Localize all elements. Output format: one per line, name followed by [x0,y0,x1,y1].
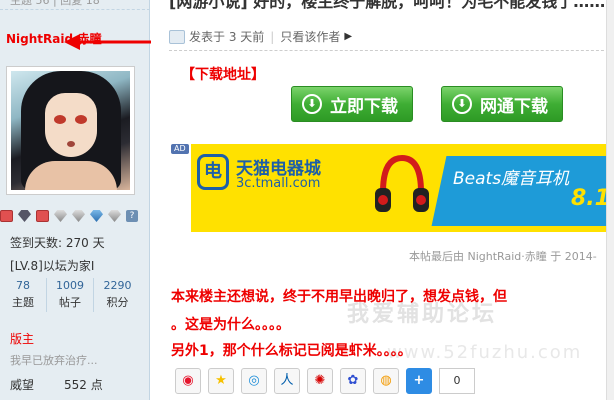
author-sidebar: 主题 56 | 回复 18 NightRaid·赤瞳 ? 签到天数: 270 天… [0,0,150,400]
medal-dark-icon[interactable] [18,210,31,222]
download-heading: 【下载地址】 [181,67,265,83]
medal-diamond-icon[interactable] [54,210,67,222]
prestige-label: 威望 [10,378,35,392]
user-stats: 78 主题 1009 帖子 2290 积分 [0,278,150,312]
post-body-line: 。这是为什么。。。。 [171,317,290,333]
avatar[interactable] [6,66,135,195]
post-meta-icon [169,29,185,44]
stat-topics[interactable]: 78 主题 [0,278,47,312]
posted-at: 发表于 3 天前 [189,30,265,44]
more-share-icon[interactable]: + [406,368,432,394]
watermark-url: www.52fuzhu.com [387,342,583,363]
download-icon: ⬇ [302,94,322,114]
post-meta: 发表于 3 天前 | 只看该作者 ▶ [169,28,352,45]
stat-label: 积分 [106,296,129,309]
prestige-value: 552 点 [64,378,103,392]
kaixin-icon[interactable]: ◍ [373,368,399,394]
tmall-logo-icon: 电 [197,154,229,190]
meta-separator: | [270,29,275,44]
post-body-line: 本来楼主还想说，终于不用早出晚归了，想发点钱，但 [171,289,507,305]
medal-diamond-3-icon[interactable] [108,210,121,222]
medal-red-2-icon[interactable] [36,210,49,222]
post-content: [网游小说] 好的，楼主终于解脱，呵呵！为毛不能发钱了…… 发表于 3 天前 |… [151,0,614,400]
stat-value: 78 [16,279,30,292]
download-netcom-button[interactable]: ⬇ 网通下载 [441,86,563,122]
ad-url: 3c.tmall.com [236,176,321,191]
medal-blue-icon[interactable] [90,210,103,222]
medal-red-icon[interactable] [0,210,13,222]
baidu-icon[interactable]: ✿ [340,368,366,394]
download-netcom-label: 网通下载 [480,96,548,117]
download-now-button[interactable]: ⬇ 立即下载 [291,86,413,122]
ad-tag: AD [171,144,189,154]
stat-value: 1009 [56,279,84,292]
author-only-link[interactable]: 只看该作者 [280,28,340,45]
share-row: ◉ ★ ◎ 人 ✺ ✿ ◍ + 0 [175,368,475,394]
user-level[interactable]: [LV.8]以坛为家I [10,257,94,274]
medal-diamond-2-icon[interactable] [72,210,85,222]
thread-title[interactable]: [网游小说] 好的，楼主终于解脱，呵呵！为毛不能发钱了…… [169,0,609,12]
user-role: 版主 [10,332,35,346]
stat-points[interactable]: 2290 积分 [94,278,141,312]
share-count: 0 [439,368,475,394]
download-now-label: 立即下载 [330,96,398,117]
prestige: 威望 552 点 [10,376,103,393]
ad-product: Beats魔音耳机 [453,169,570,189]
arrow-right-icon[interactable]: ▶ [344,31,352,42]
stat-label: 主题 [12,296,34,309]
ad-banner[interactable]: 电 天猫电器城 3c.tmall.com Beats魔音耳机 8.18 [191,144,614,232]
sign-days: 签到天数: 270 天 [10,236,105,250]
meta-divider [169,50,614,51]
renren-icon[interactable]: 人 [274,368,300,394]
user-signature: 我早已放弃治疗... [10,354,98,367]
netease-icon[interactable]: ✺ [307,368,333,394]
tencent-weibo-icon[interactable]: ◎ [241,368,267,394]
top-stats-fragment: 主题 56 | 回复 18 [0,0,150,10]
post-body-line: 另外1，那个什么标记已阅是虾米。。。。 [171,343,412,359]
edit-note: 本帖最后由 NightRaid·赤瞳 于 2014- [409,250,597,263]
headphones-icon [375,154,429,212]
stat-posts[interactable]: 1009 帖子 [47,278,94,312]
medal-help-icon[interactable]: ? [126,210,138,222]
qzone-icon[interactable]: ★ [208,368,234,394]
stat-label: 帖子 [59,296,81,309]
weibo-icon[interactable]: ◉ [175,368,201,394]
download-icon: ⬇ [452,94,472,114]
avatar-image [11,71,130,190]
medal-row: ? [0,208,150,224]
page-scrollbar[interactable] [606,0,614,400]
stat-value: 2290 [103,279,132,292]
